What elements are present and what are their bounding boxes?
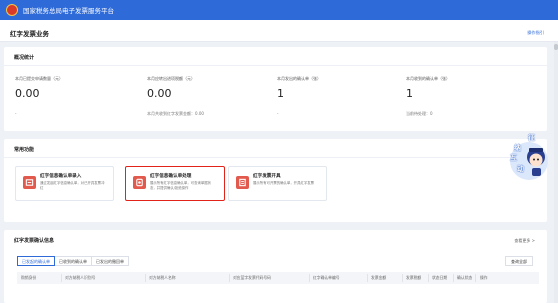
feature-title: 红字发票开具 xyxy=(253,174,281,179)
column-separator xyxy=(61,274,62,282)
common-functions-title: 常用功能 xyxy=(14,147,35,153)
column-header: 发票金额 xyxy=(371,275,387,280)
stat-label-requested: 本月已提交申请数量（元） xyxy=(15,76,63,81)
stat-sub-transfer-out: 本月共收到红字发票金额：0.00 xyxy=(147,111,204,116)
column-separator xyxy=(145,274,146,282)
mascot-label: 征 xyxy=(528,134,535,142)
common-functions-card: 常用功能 红字信息确认单录入 通过发起红字信息确认单，对已开具发票冲红 红字信息… xyxy=(4,139,547,222)
document-icon xyxy=(23,176,36,189)
tab-withdrawn[interactable]: 已发出的撤回单 xyxy=(91,256,129,266)
column-header: 购销身份 xyxy=(21,275,37,280)
stat-value-received: 1 xyxy=(406,87,413,100)
column-header: 红字确认单编号 xyxy=(313,275,340,280)
column-header: 对应蓝字发票代码号码 xyxy=(233,275,271,280)
column-separator xyxy=(229,274,230,282)
column-separator xyxy=(309,274,310,282)
column-header: 对方纳税人识别号 xyxy=(65,275,96,280)
column-header: 确认状态 xyxy=(457,275,473,280)
tab-initiated[interactable]: 已发起的确认单 xyxy=(17,256,55,266)
query-all-button[interactable]: 查询全部 xyxy=(505,256,533,266)
feature-confirmation-entry[interactable]: 红字信息确认单录入 通过发起红字信息确认单，对已开具发票冲红 xyxy=(15,166,114,201)
document-icon xyxy=(133,176,146,189)
platform-title: 国家税务总局电子发票服务平台 xyxy=(23,7,114,15)
feature-red-invoice-issue[interactable]: 红字发票开具 展示所有可开票的确认单，开具红字发票 xyxy=(228,166,327,201)
divider xyxy=(4,157,547,158)
feature-desc: 展示所有可开票的确认单，开具红字发票 xyxy=(253,181,315,185)
confirmation-tabs: 已发起的确认单 已收到的确认单 已发出的撤回单 xyxy=(17,256,129,266)
table-header: 购销身份 对方纳税人识别号 对方纳税人名称 对应蓝字发票代码号码 红字确认单编号… xyxy=(17,272,539,284)
column-header: 状态日期 xyxy=(432,275,448,280)
stat-value-transfer-out: 0.00 xyxy=(147,87,172,100)
divider xyxy=(4,65,547,66)
column-separator xyxy=(475,274,476,282)
confirmation-info-title: 红字发票确认信息 xyxy=(14,238,55,244)
feature-title: 红字信息确认单处理 xyxy=(150,174,192,179)
stat-sub-requested: - xyxy=(15,111,17,116)
stat-label-sent: 本月发出的确认单（张） xyxy=(277,76,321,81)
stat-label-received: 本月收到的确认单（张） xyxy=(406,76,450,81)
document-icon xyxy=(236,176,249,189)
stat-label-transfer-out: 本月应转出进项税额（元） xyxy=(147,76,195,81)
page-title: 红字发票业务 xyxy=(10,30,49,38)
feature-title: 红字信息确认单录入 xyxy=(40,174,82,179)
tax-interaction-mascot[interactable]: 征 纳 互 动 xyxy=(505,131,553,183)
column-separator xyxy=(428,274,429,282)
column-separator xyxy=(402,274,403,282)
column-header: 发票税额 xyxy=(406,275,422,280)
feature-desc: 通过发起红字信息确认单，对已开具发票冲红 xyxy=(40,181,105,190)
column-separator xyxy=(367,274,368,282)
stat-sub-received: 当前待处理：0 xyxy=(406,111,433,116)
tab-received[interactable]: 已收到的确认单 xyxy=(54,256,92,266)
column-separator xyxy=(453,274,454,282)
column-header: 对方纳税人名称 xyxy=(149,275,176,280)
stat-value-requested: 0.00 xyxy=(15,87,40,100)
stat-value-sent: 1 xyxy=(277,87,284,100)
mascot-label: 动 xyxy=(517,165,524,173)
page-header: 红字发票业务 操作指引 xyxy=(0,20,558,42)
confirmation-info-card: 红字发票确认信息 查看更多 > 已发起的确认单 已收到的确认单 已发出的撤回单 … xyxy=(4,230,547,303)
feature-desc: 展示所有红字信息确认单，可查询单据状态，并提供确认/拒绝操作 xyxy=(150,181,212,190)
tax-emblem-logo xyxy=(6,4,18,16)
column-header: 操作 xyxy=(480,275,488,280)
mascot-label: 互 xyxy=(510,154,517,162)
stat-sub-sent: - xyxy=(277,111,279,116)
top-bar: 国家税务总局电子发票服务平台 xyxy=(0,0,558,20)
operation-guide-link[interactable]: 操作指引 xyxy=(527,30,544,36)
overview-title: 概况统计 xyxy=(14,55,35,61)
page-scrollbar[interactable] xyxy=(554,42,558,303)
scrollbar-thumb[interactable] xyxy=(554,44,558,50)
view-more-link[interactable]: 查看更多 > xyxy=(514,238,535,244)
mascot-label: 纳 xyxy=(514,144,521,152)
feature-confirmation-process[interactable]: 红字信息确认单处理 展示所有红字信息确认单，可查询单据状态，并提供确认/拒绝操作 xyxy=(125,166,225,201)
overview-card: 概况统计 本月已提交申请数量（元） 0.00 - 本月应转出进项税额（元） 0.… xyxy=(4,47,547,131)
